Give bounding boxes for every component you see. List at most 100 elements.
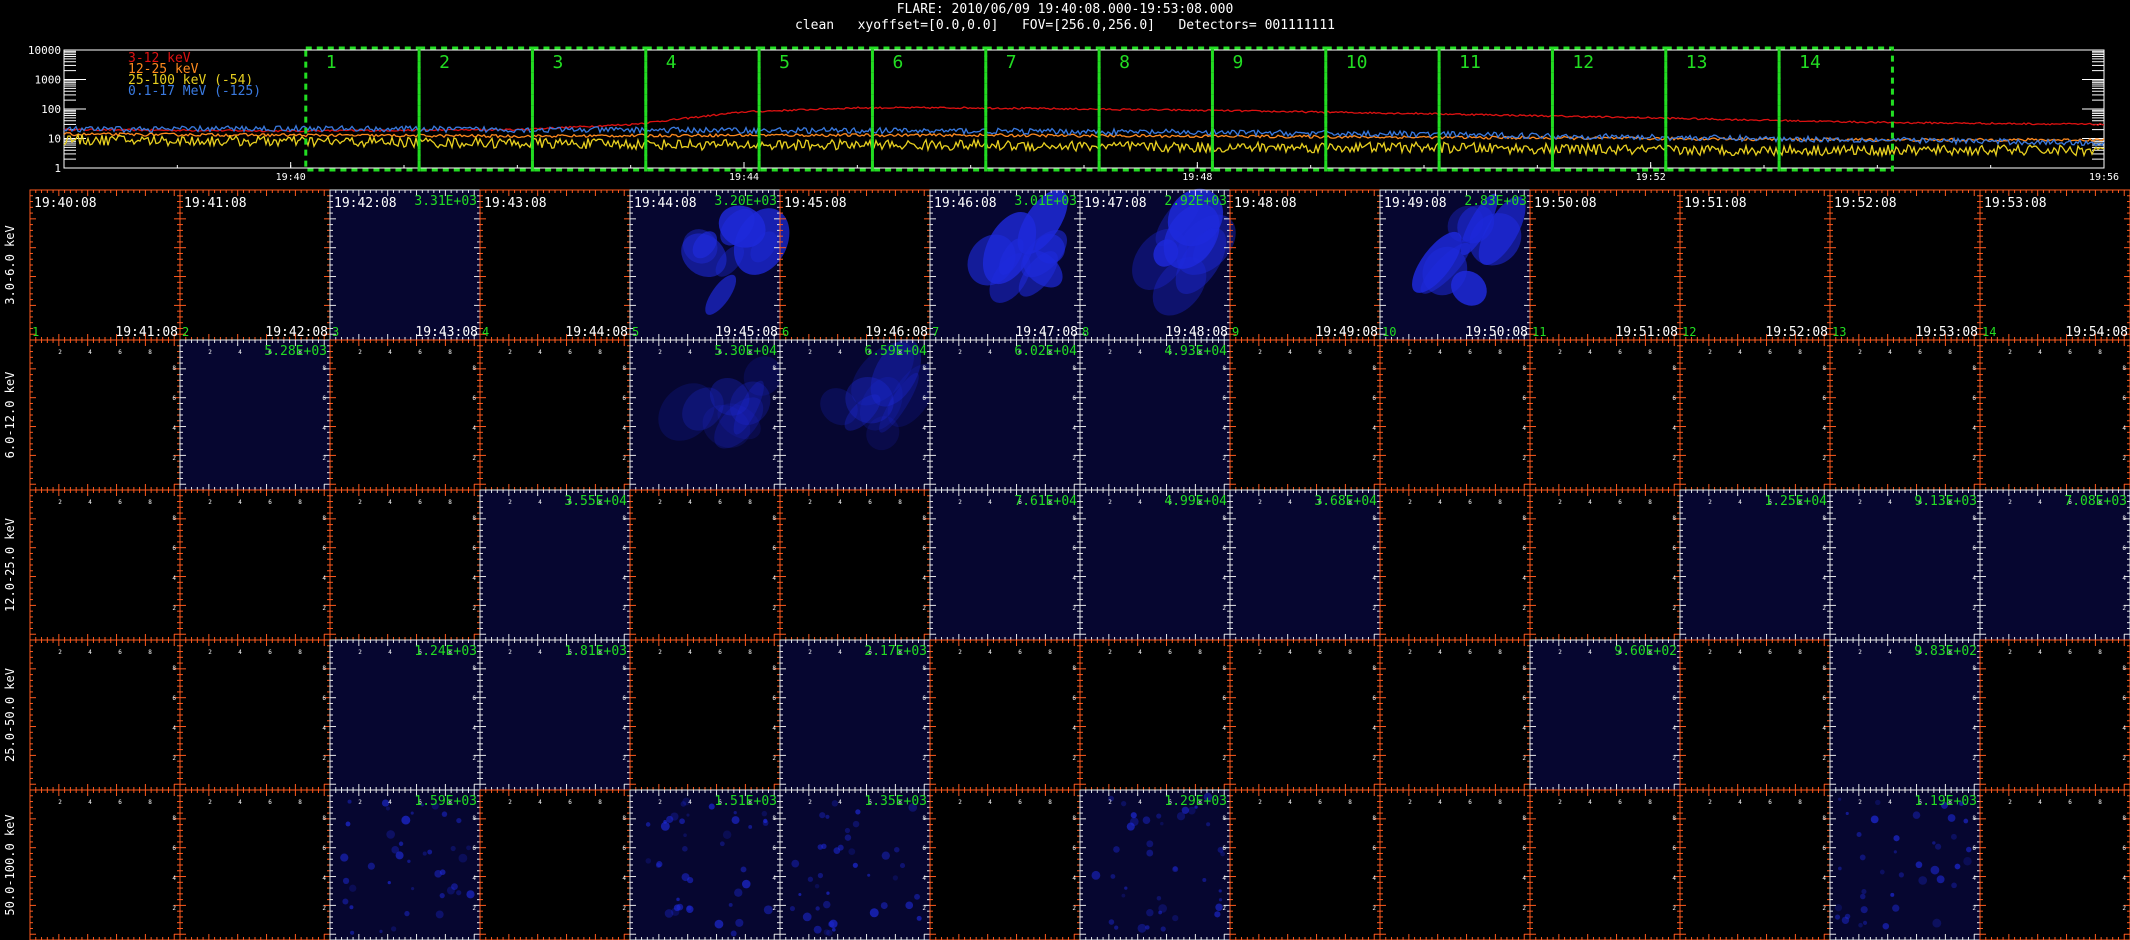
image-panel: 19:43:08 19:44:08 4 xyxy=(479,189,631,341)
axis-number: 4 xyxy=(322,575,326,582)
peak-value: 4.99E+04 xyxy=(1164,494,1227,509)
axis-number: 8 xyxy=(1972,365,1976,372)
axis-number: 8 xyxy=(322,365,326,372)
axis-number: 4 xyxy=(472,425,476,432)
axis-number: 6 xyxy=(118,499,122,506)
image-grid: 3.0-6.0 keV 6.0-12.0 keV 12.0-25.0 keV 25.0… xyxy=(3,188,2130,940)
panel-frame xyxy=(1379,489,1531,641)
image-background xyxy=(330,190,480,340)
panel-frame xyxy=(179,189,331,341)
panel-number: 3 xyxy=(332,325,339,339)
row-label: 25.0-50.0 keV xyxy=(3,668,17,762)
image-background xyxy=(1080,490,1230,640)
peak-value: 5.30E+04 xyxy=(714,344,777,359)
axis-number: 4 xyxy=(172,425,176,432)
axis-number: 2 xyxy=(1408,349,1412,356)
axis-number: 4 xyxy=(772,575,776,582)
axis-number: 4 xyxy=(1288,499,1292,506)
axis-number: 4 xyxy=(1888,349,1892,356)
axis-number: 6 xyxy=(1318,349,1322,356)
axis-number: 2 xyxy=(322,455,326,462)
axis-number: 4 xyxy=(2122,575,2126,582)
panel-frame xyxy=(1979,339,2130,491)
axis-number: 6 xyxy=(118,349,122,356)
row-label: 12.0-25.0 keV xyxy=(3,518,17,612)
image-panel: 224466887.61E+04 xyxy=(929,489,1081,641)
axis-number: 2 xyxy=(508,349,512,356)
axis-number: 8 xyxy=(148,349,152,356)
image-panel: 19:48:08 19:49:08 9 xyxy=(1229,189,1381,341)
image-panel: 2 2 4 4 6 6 8 8 xyxy=(1379,339,1531,491)
image-panel: 2 2 4 4 6 6 8 8 xyxy=(329,489,481,641)
axis-number: 8 xyxy=(1222,515,1226,522)
axis-number: 2 xyxy=(772,455,776,462)
axis-number: 4 xyxy=(922,575,926,582)
panel-number: 13 xyxy=(1832,325,1846,339)
axis-number: 6 xyxy=(1918,349,1922,356)
axis-number: 8 xyxy=(1972,515,1976,522)
axis-number: 2 xyxy=(172,455,176,462)
axis-number: 8 xyxy=(772,365,776,372)
axis-number: 4 xyxy=(988,499,992,506)
panel-start-time: 19:48:08 xyxy=(1234,196,1297,211)
axis-number: 4 xyxy=(88,649,92,656)
axis-number: 6 xyxy=(1522,395,1526,402)
axis-number: 8 xyxy=(1348,349,1352,356)
image-panel: 2 2 4 4 6 6 8 8 xyxy=(1979,339,2130,491)
axis-number: 4 xyxy=(922,425,926,432)
axis-number: 6 xyxy=(418,499,422,506)
image-panel: 2 2 4 4 6 6 8 8 xyxy=(1829,339,1981,491)
axis-number: 8 xyxy=(898,499,902,506)
axis-number: 6 xyxy=(1372,545,1376,552)
panel-end-time: 19:50:08 xyxy=(1465,325,1528,340)
panel-frame xyxy=(1529,189,1681,341)
panel-frame xyxy=(1229,189,1381,341)
axis-number: 8 xyxy=(148,649,152,656)
panel-frame xyxy=(329,339,481,491)
axis-number: 2 xyxy=(1672,455,1676,462)
axis-number: 6 xyxy=(118,649,122,656)
axis-number: 6 xyxy=(1222,395,1226,402)
axis-number: 8 xyxy=(172,365,176,372)
panel-frame xyxy=(1979,189,2130,341)
peak-value: 3.01E+03 xyxy=(1014,194,1077,209)
axis-number: 4 xyxy=(1222,425,1226,432)
panel-frame xyxy=(479,339,631,491)
axis-number: 2 xyxy=(1222,605,1226,612)
panel-start-time: 19:41:08 xyxy=(184,196,247,211)
axis-number: 4 xyxy=(88,349,92,356)
axis-number: 2 xyxy=(1372,605,1376,612)
axis-number: 6 xyxy=(1072,545,1076,552)
axis-number: 6 xyxy=(1972,545,1976,552)
peak-value: 2.83E+03 xyxy=(1464,194,1527,209)
peak-value: 7.61E+04 xyxy=(1014,494,1077,509)
axis-number: 4 xyxy=(472,575,476,582)
panel-number: 14 xyxy=(1982,325,1996,339)
panel-start-time: 19:40:08 xyxy=(34,196,97,211)
axis-number: 4 xyxy=(1138,349,1142,356)
panel-end-time: 19:46:08 xyxy=(865,325,928,340)
panel-frame xyxy=(329,489,481,641)
axis-number: 6 xyxy=(1768,349,1772,356)
axis-number: 6 xyxy=(922,545,926,552)
axis-number: 2 xyxy=(772,605,776,612)
axis-number: 4 xyxy=(1438,499,1442,506)
image-panel: 19:45:08 19:46:08 6 xyxy=(779,189,931,341)
panel-frame xyxy=(179,639,331,791)
axis-number: 8 xyxy=(772,515,776,522)
axis-number: 2 xyxy=(1108,349,1112,356)
axis-number: 2 xyxy=(508,499,512,506)
axis-number: 2 xyxy=(1108,499,1112,506)
axis-number: 4 xyxy=(622,575,626,582)
axis-number: 2 xyxy=(58,649,62,656)
axis-number: 2 xyxy=(172,605,176,612)
axis-number: 2 xyxy=(622,455,626,462)
axis-number: 4 xyxy=(1972,575,1976,582)
axis-number: 2 xyxy=(1822,605,1826,612)
axis-number: 2 xyxy=(1258,349,1262,356)
axis-number: 8 xyxy=(1822,515,1826,522)
image-background xyxy=(1830,490,1980,640)
axis-number: 4 xyxy=(1672,425,1676,432)
axis-number: 4 xyxy=(1588,499,1592,506)
panel-frame xyxy=(1379,339,1531,491)
